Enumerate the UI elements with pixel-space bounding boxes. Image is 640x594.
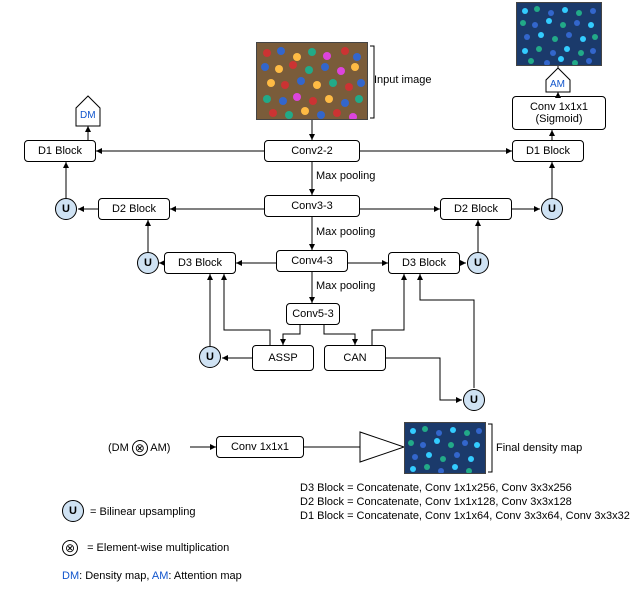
u-mid-right: U [467, 252, 489, 274]
can-box: CAN [324, 345, 386, 371]
conv-sigmoid-box: Conv 1x1x1 (Sigmoid) [512, 96, 606, 130]
d3-left-box: D3 Block [164, 252, 236, 274]
u-mid-left: U [137, 252, 159, 274]
final-density-label: Final density map [496, 442, 582, 454]
legend-u-icon: U [62, 500, 84, 522]
legend-u-text: = Bilinear upsampling [90, 506, 195, 518]
final-density-image [404, 422, 486, 474]
legend-d1: D1 Block = Concatenate, Conv 1x1x64, Con… [300, 510, 630, 522]
dm-label: DM [80, 110, 96, 121]
d2-right-box: D2 Block [440, 198, 512, 220]
output-image-am [516, 2, 602, 66]
am-label: AM [550, 79, 565, 90]
maxpool3-label: Max pooling [316, 280, 375, 292]
legend-d3: D3 Block = Concatenate, Conv 1x1x256, Co… [300, 482, 572, 494]
assp-box: ASSP [252, 345, 314, 371]
input-image [256, 42, 368, 120]
u-bottom-left: U [199, 346, 221, 368]
d3-right-box: D3 Block [388, 252, 460, 274]
otimes-icon: ⊗ [132, 440, 148, 456]
d1-right-box: D1 Block [512, 140, 584, 162]
d2-left-box: D2 Block [98, 198, 170, 220]
d1-left-box: D1 Block [24, 140, 96, 162]
conv43-box: Conv4-3 [276, 250, 348, 272]
input-image-label: Input image [374, 74, 431, 86]
otimes-legend-icon: ⊗ [62, 540, 78, 556]
legend-otimes-row: ⊗ = Element-wise multiplication [62, 540, 229, 556]
maxpool1-label: Max pooling [316, 170, 375, 182]
maxpool2-label: Max pooling [316, 226, 375, 238]
u-top-right: U [541, 198, 563, 220]
dm-am-expr: (DM ⊗ AM) [108, 440, 170, 456]
legend-d2: D2 Block = Concatenate, Conv 1x1x128, Co… [300, 496, 572, 508]
conv22-box: Conv2-2 [264, 140, 360, 162]
conv33-box: Conv3-3 [264, 195, 360, 217]
u-top-left: U [55, 198, 77, 220]
u-bottom-right: U [463, 389, 485, 411]
conv53-box: Conv5-3 [286, 303, 340, 325]
legend-maps: DM: Density map, AM: Attention map [62, 570, 242, 582]
conv111-final-box: Conv 1x1x1 [216, 436, 304, 458]
